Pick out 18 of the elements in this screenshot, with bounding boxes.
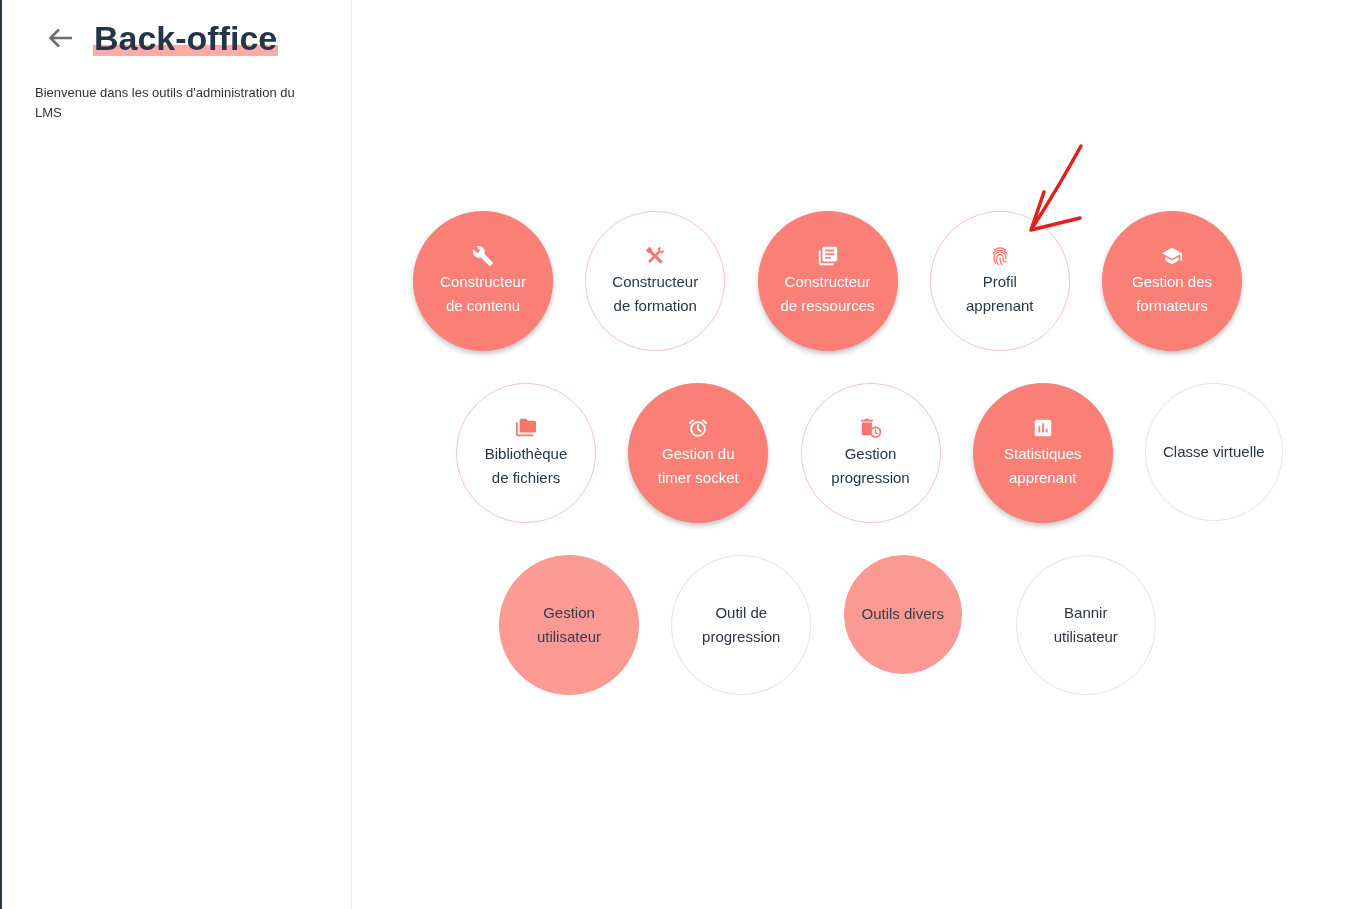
tool-button[interactable]: Bibliothèque de fichiers [456,383,596,523]
tool-button[interactable]: Constructeur de formation [585,211,726,351]
alarm-clock-icon [687,416,710,439]
folders-icon [515,416,537,439]
tool-button[interactable]: Profil apprenant [929,211,1070,351]
back-button[interactable] [47,27,73,49]
tool-button[interactable]: Bannir utilisateur [1015,555,1156,695]
arrow-left-icon [47,27,73,49]
tool-button[interactable]: Outils divers [843,555,963,674]
trash-clock-icon [859,416,882,439]
documents-icon [816,244,839,267]
welcome-text: Bienvenue dans les outils d'administration du LMS [35,84,296,122]
tool-button[interactable]: Outil de progression [671,555,812,695]
wrench-icon [472,244,494,267]
tool-button[interactable]: Gestion utilisateur [499,555,639,695]
tool-button[interactable]: Gestion progression [800,383,941,523]
tool-button[interactable]: Classe virtuelle [1145,383,1283,521]
tools-icon [644,244,667,267]
